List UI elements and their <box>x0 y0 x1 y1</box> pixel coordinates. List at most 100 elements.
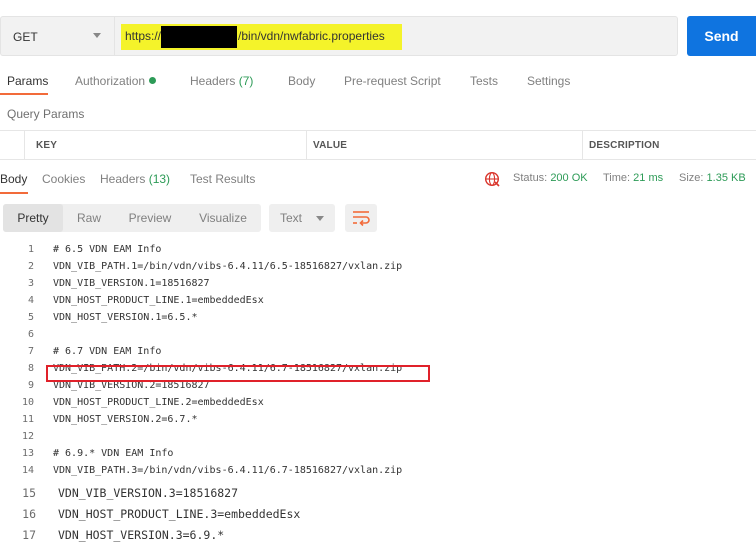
line-number: 12 <box>21 431 34 442</box>
code-line: 6 <box>0 328 756 345</box>
line-number: 4 <box>27 295 34 306</box>
tab-body[interactable]: Body <box>288 74 315 88</box>
line-content: # 6.9.* VDN EAM Info <box>53 448 174 459</box>
send-button[interactable]: Send <box>687 16 756 56</box>
chevron-down-icon <box>316 216 324 221</box>
code-line: 15 VDN_VIB_VERSION.3=18516827 <box>0 485 756 502</box>
line-content: # 6.5 VDN EAM Info <box>53 244 162 255</box>
active-tab-indicator <box>0 192 28 194</box>
tab-label: Tests <box>470 74 499 88</box>
tab-params[interactable]: Params <box>7 74 48 88</box>
code-line: 16 VDN_HOST_PRODUCT_LINE.3=embeddedEsx <box>0 506 756 523</box>
line-content: VDN_HOST_PRODUCT_LINE.3=embeddedEsx <box>58 507 301 521</box>
code-line: 13 # 6.9.* VDN EAM Info <box>0 447 756 464</box>
line-number: 5 <box>27 312 34 323</box>
time-label: Time: <box>603 172 631 184</box>
wrap-lines-button[interactable] <box>345 204 377 232</box>
line-content: VDN_HOST_PRODUCT_LINE.2=embeddedEsx <box>53 397 264 408</box>
request-bar: GET https:// /bin/vdn/nwfabric.propertie… <box>0 16 756 56</box>
line-number: 15 <box>22 486 36 500</box>
pretty-button[interactable]: Pretty <box>3 204 63 232</box>
tab-authorization[interactable]: Authorization <box>75 74 157 88</box>
size-value: 1.35 KB <box>706 172 746 184</box>
tab-pre-request-script[interactable]: Pre-request Script <box>344 74 441 88</box>
tab-response-headers[interactable]: Headers (13) <box>100 172 170 186</box>
response-time: Time: 21 ms <box>603 172 663 184</box>
line-content: # 6.7 VDN EAM Info <box>53 346 162 357</box>
url-prefix: https:// <box>125 29 162 43</box>
tab-label: Pre-request Script <box>344 74 441 88</box>
tab-label: Headers <box>190 74 236 88</box>
line-content: VDN_VIB_VERSION.3=18516827 <box>58 486 239 500</box>
code-line: 1 # 6.5 VDN EAM Info <box>0 243 756 260</box>
tab-label: Cookies <box>42 172 86 186</box>
line-number: 10 <box>21 397 34 408</box>
tab-label: Authorization <box>75 74 146 88</box>
line-number: 3 <box>27 278 34 289</box>
tab-label: Body <box>288 74 316 88</box>
code-line: 17 VDN_HOST_VERSION.3=6.9.* <box>0 527 756 544</box>
tab-count: (7) <box>238 74 254 88</box>
line-number: 7 <box>27 346 34 357</box>
tab-test-results[interactable]: Test Results <box>190 172 255 186</box>
raw-button[interactable]: Raw <box>65 204 113 232</box>
url-path: /bin/vdn/nwfabric.properties <box>238 29 385 43</box>
line-number: 9 <box>27 380 34 391</box>
line-content: VDN_HOST_PRODUCT_LINE.1=embeddedEsx <box>53 295 264 306</box>
line-content: VDN_HOST_VERSION.2=6.7.* <box>53 414 198 425</box>
line-content: VDN_HOST_VERSION.1=6.5.* <box>53 312 198 323</box>
status-value: 200 OK <box>550 172 588 184</box>
tab-cookies[interactable]: Cookies <box>42 172 85 186</box>
code-line: 3 VDN_VIB_VERSION.1=18516827 <box>0 277 756 294</box>
response-status: Status: 200 OK <box>513 172 588 184</box>
tab-settings[interactable]: Settings <box>527 74 570 88</box>
line-number: 8 <box>27 363 34 374</box>
tab-tests[interactable]: Tests <box>470 74 498 88</box>
column-value: VALUE <box>306 131 582 159</box>
method-label: GET <box>13 30 38 44</box>
format-toolbar: Pretty Raw Preview Visualize Text <box>0 204 756 232</box>
tab-label: Settings <box>527 74 571 88</box>
wrap-lines-icon <box>353 211 370 227</box>
response-size: Size: 1.35 KB <box>679 172 746 184</box>
visualize-button[interactable]: Visualize <box>187 204 259 232</box>
size-label: Size: <box>679 172 704 184</box>
line-number: 17 <box>22 528 36 542</box>
code-line: 10 VDN_HOST_PRODUCT_LINE.2=embeddedEsx <box>0 396 756 413</box>
line-content: VDN_VIB_PATH.3=/bin/vdn/vibs-6.4.11/6.7-… <box>53 465 403 476</box>
view-mode-group: Pretty Raw Preview Visualize <box>3 204 261 232</box>
query-params-title: Query Params <box>7 107 85 121</box>
redaction-bar <box>161 26 237 48</box>
globe-icon[interactable] <box>484 171 500 187</box>
tab-label: Test Results <box>190 172 256 186</box>
line-number: 11 <box>21 414 34 425</box>
tab-label: Params <box>7 74 49 88</box>
status-label: Status: <box>513 172 548 184</box>
line-number: 14 <box>21 465 34 476</box>
code-line: 12 <box>0 430 756 447</box>
line-number: 16 <box>22 507 36 521</box>
line-number: 13 <box>21 448 34 459</box>
time-value: 21 ms <box>633 172 664 184</box>
request-tabs: Params Authorization Headers (7) Body Pr… <box>0 74 756 95</box>
response-tabs: Body Cookies Headers (13) Test Results S… <box>0 171 756 194</box>
code-line: 7 # 6.7 VDN EAM Info <box>0 345 756 362</box>
column-key: KEY <box>24 131 306 159</box>
line-number: 2 <box>27 261 34 272</box>
query-params-table: KEY VALUE DESCRIPTION <box>0 130 756 160</box>
column-header: KEY <box>36 140 58 151</box>
line-number: 1 <box>27 244 34 255</box>
preview-button[interactable]: Preview <box>117 204 183 232</box>
url-input[interactable]: https:// /bin/vdn/nwfabric.properties <box>114 16 678 56</box>
tab-response-body[interactable]: Body <box>0 172 27 186</box>
tab-headers[interactable]: Headers (7) <box>190 74 253 88</box>
column-header: DESCRIPTION <box>589 140 660 151</box>
column-header: VALUE <box>313 140 348 151</box>
tab-label: Headers <box>100 172 146 186</box>
tab-label: Body <box>0 172 28 186</box>
line-number: 6 <box>27 329 34 340</box>
method-select[interactable]: GET <box>0 16 114 56</box>
code-line: 2 VDN_VIB_PATH.1=/bin/vdn/vibs-6.4.11/6.5… <box>0 260 756 277</box>
line-content: VDN_VIB_VERSION.1=18516827 <box>53 278 210 289</box>
language-select[interactable]: Text <box>269 204 335 232</box>
